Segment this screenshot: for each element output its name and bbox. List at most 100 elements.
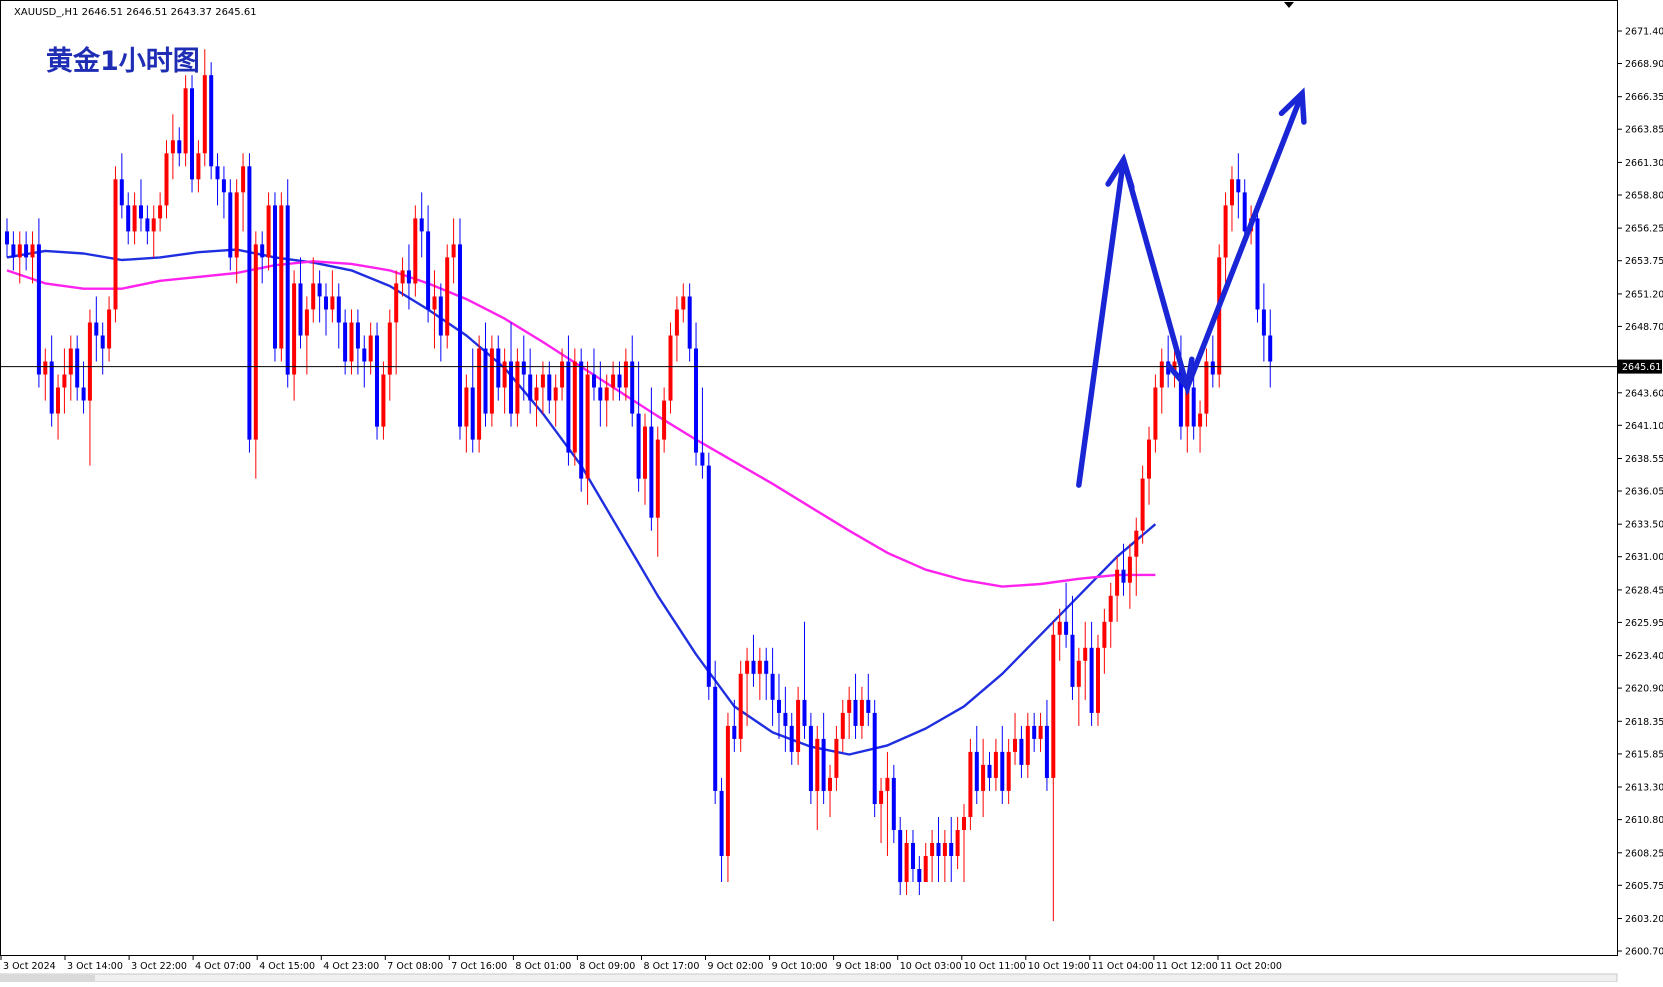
candle-body xyxy=(662,400,667,440)
candle-body xyxy=(840,712,845,739)
candle-body xyxy=(17,244,22,258)
chart-window[interactable]: XAUUSD_,H1 2646.51 2646.51 2643.37 2645.… xyxy=(0,0,1663,983)
x-tick-label: 8 Oct 01:00 xyxy=(515,961,571,972)
candle-body xyxy=(764,660,769,674)
candle-body xyxy=(1230,179,1234,206)
x-tick-label: 8 Oct 09:00 xyxy=(579,961,635,972)
candle-body xyxy=(502,361,507,388)
candle xyxy=(247,153,252,453)
candle-body xyxy=(1255,218,1260,310)
candle xyxy=(706,452,711,700)
candle xyxy=(572,348,577,466)
candle-body xyxy=(592,374,596,388)
candle-body xyxy=(24,244,29,258)
candle-body xyxy=(534,387,539,401)
symbol-info: XAUUSD_,H1 2646.51 2646.51 2643.37 2645.… xyxy=(14,7,257,18)
candle xyxy=(1096,634,1100,726)
y-tick-label: 2618.35 xyxy=(1625,717,1663,728)
candle-body xyxy=(821,738,826,791)
candle-body xyxy=(470,387,475,440)
candle-body xyxy=(260,244,265,258)
candle-body xyxy=(241,166,246,193)
y-tick-label: 2648.70 xyxy=(1625,322,1663,333)
candle-body xyxy=(923,856,928,882)
candle-body xyxy=(343,322,348,362)
candle-body xyxy=(643,426,647,479)
candle-body xyxy=(687,296,692,349)
candle xyxy=(113,166,118,323)
candle xyxy=(489,335,494,427)
candle-body xyxy=(330,296,335,310)
candle-body xyxy=(1198,413,1203,427)
candle xyxy=(190,75,194,193)
candle-body xyxy=(438,296,443,336)
candle-body xyxy=(394,283,399,323)
candle-body xyxy=(68,348,73,375)
candle-body xyxy=(1025,725,1030,765)
candle-body xyxy=(509,361,513,414)
candle-body xyxy=(732,725,737,739)
candle-body xyxy=(1242,192,1247,232)
candle-body xyxy=(847,699,852,713)
candle-body xyxy=(196,153,201,180)
candle-body xyxy=(968,751,973,817)
overlay-title: 黄金1小时图 xyxy=(46,45,200,77)
x-tick-label: 4 Oct 23:00 xyxy=(323,961,379,972)
y-tick-label: 2613.30 xyxy=(1625,783,1663,794)
y-tick-label: 2620.90 xyxy=(1625,684,1663,695)
y-tick-label: 2666.35 xyxy=(1625,92,1663,103)
candle-body xyxy=(413,218,418,284)
candle-body xyxy=(834,738,839,778)
candle-body xyxy=(1268,335,1273,362)
y-tick-label: 2605.75 xyxy=(1625,881,1663,892)
candle-body xyxy=(406,270,411,284)
candle xyxy=(228,179,233,271)
candle-body xyxy=(336,296,341,323)
y-tick-label: 2636.05 xyxy=(1625,487,1663,498)
candle-body xyxy=(572,361,577,453)
candle-body xyxy=(802,699,807,726)
candle-body xyxy=(100,335,105,349)
candle-body xyxy=(1147,439,1151,479)
candle-body xyxy=(426,231,431,310)
candle-body xyxy=(917,869,922,882)
candle-body xyxy=(828,777,832,791)
candle-body xyxy=(987,764,992,778)
candle xyxy=(458,218,462,440)
candle-body xyxy=(368,335,373,362)
candle-body xyxy=(285,205,290,375)
candle-body xyxy=(36,244,41,375)
candle-body xyxy=(770,673,775,700)
candle-body xyxy=(324,296,328,310)
candle-body xyxy=(515,361,520,414)
candle-body xyxy=(1032,725,1037,739)
candle-body xyxy=(164,153,169,206)
y-tick-label: 2603.20 xyxy=(1625,914,1663,925)
y-tick-label: 2671.40 xyxy=(1625,27,1663,38)
candle-body xyxy=(311,283,316,310)
candle-body xyxy=(1153,387,1158,440)
candle-body xyxy=(202,75,207,154)
candle-body xyxy=(139,205,143,219)
candle-body xyxy=(547,374,552,401)
candle-body xyxy=(674,309,679,336)
candle-body xyxy=(1236,179,1241,193)
x-tick-label: 9 Oct 18:00 xyxy=(836,961,892,972)
candle-body xyxy=(566,361,571,453)
candle-body xyxy=(1159,361,1164,388)
candle-body xyxy=(432,296,437,310)
horizontal-scrollbar[interactable] xyxy=(0,973,1618,983)
candle-body xyxy=(273,205,277,349)
y-tick-label: 2658.80 xyxy=(1625,191,1663,202)
candle-body xyxy=(611,374,616,388)
candle-body xyxy=(158,205,163,219)
candle-body xyxy=(1038,725,1043,739)
candle-body xyxy=(1134,530,1139,557)
y-tick-label: 2600.70 xyxy=(1625,947,1663,958)
price-chart[interactable]: XAUUSD_,H1 2646.51 2646.51 2643.37 2645.… xyxy=(0,0,1663,983)
candle-body xyxy=(5,231,9,245)
candle-body xyxy=(400,270,405,284)
scrollbar-thumb[interactable] xyxy=(0,975,95,982)
candle-body xyxy=(1121,569,1126,583)
y-tick-label: 2661.30 xyxy=(1625,158,1663,169)
